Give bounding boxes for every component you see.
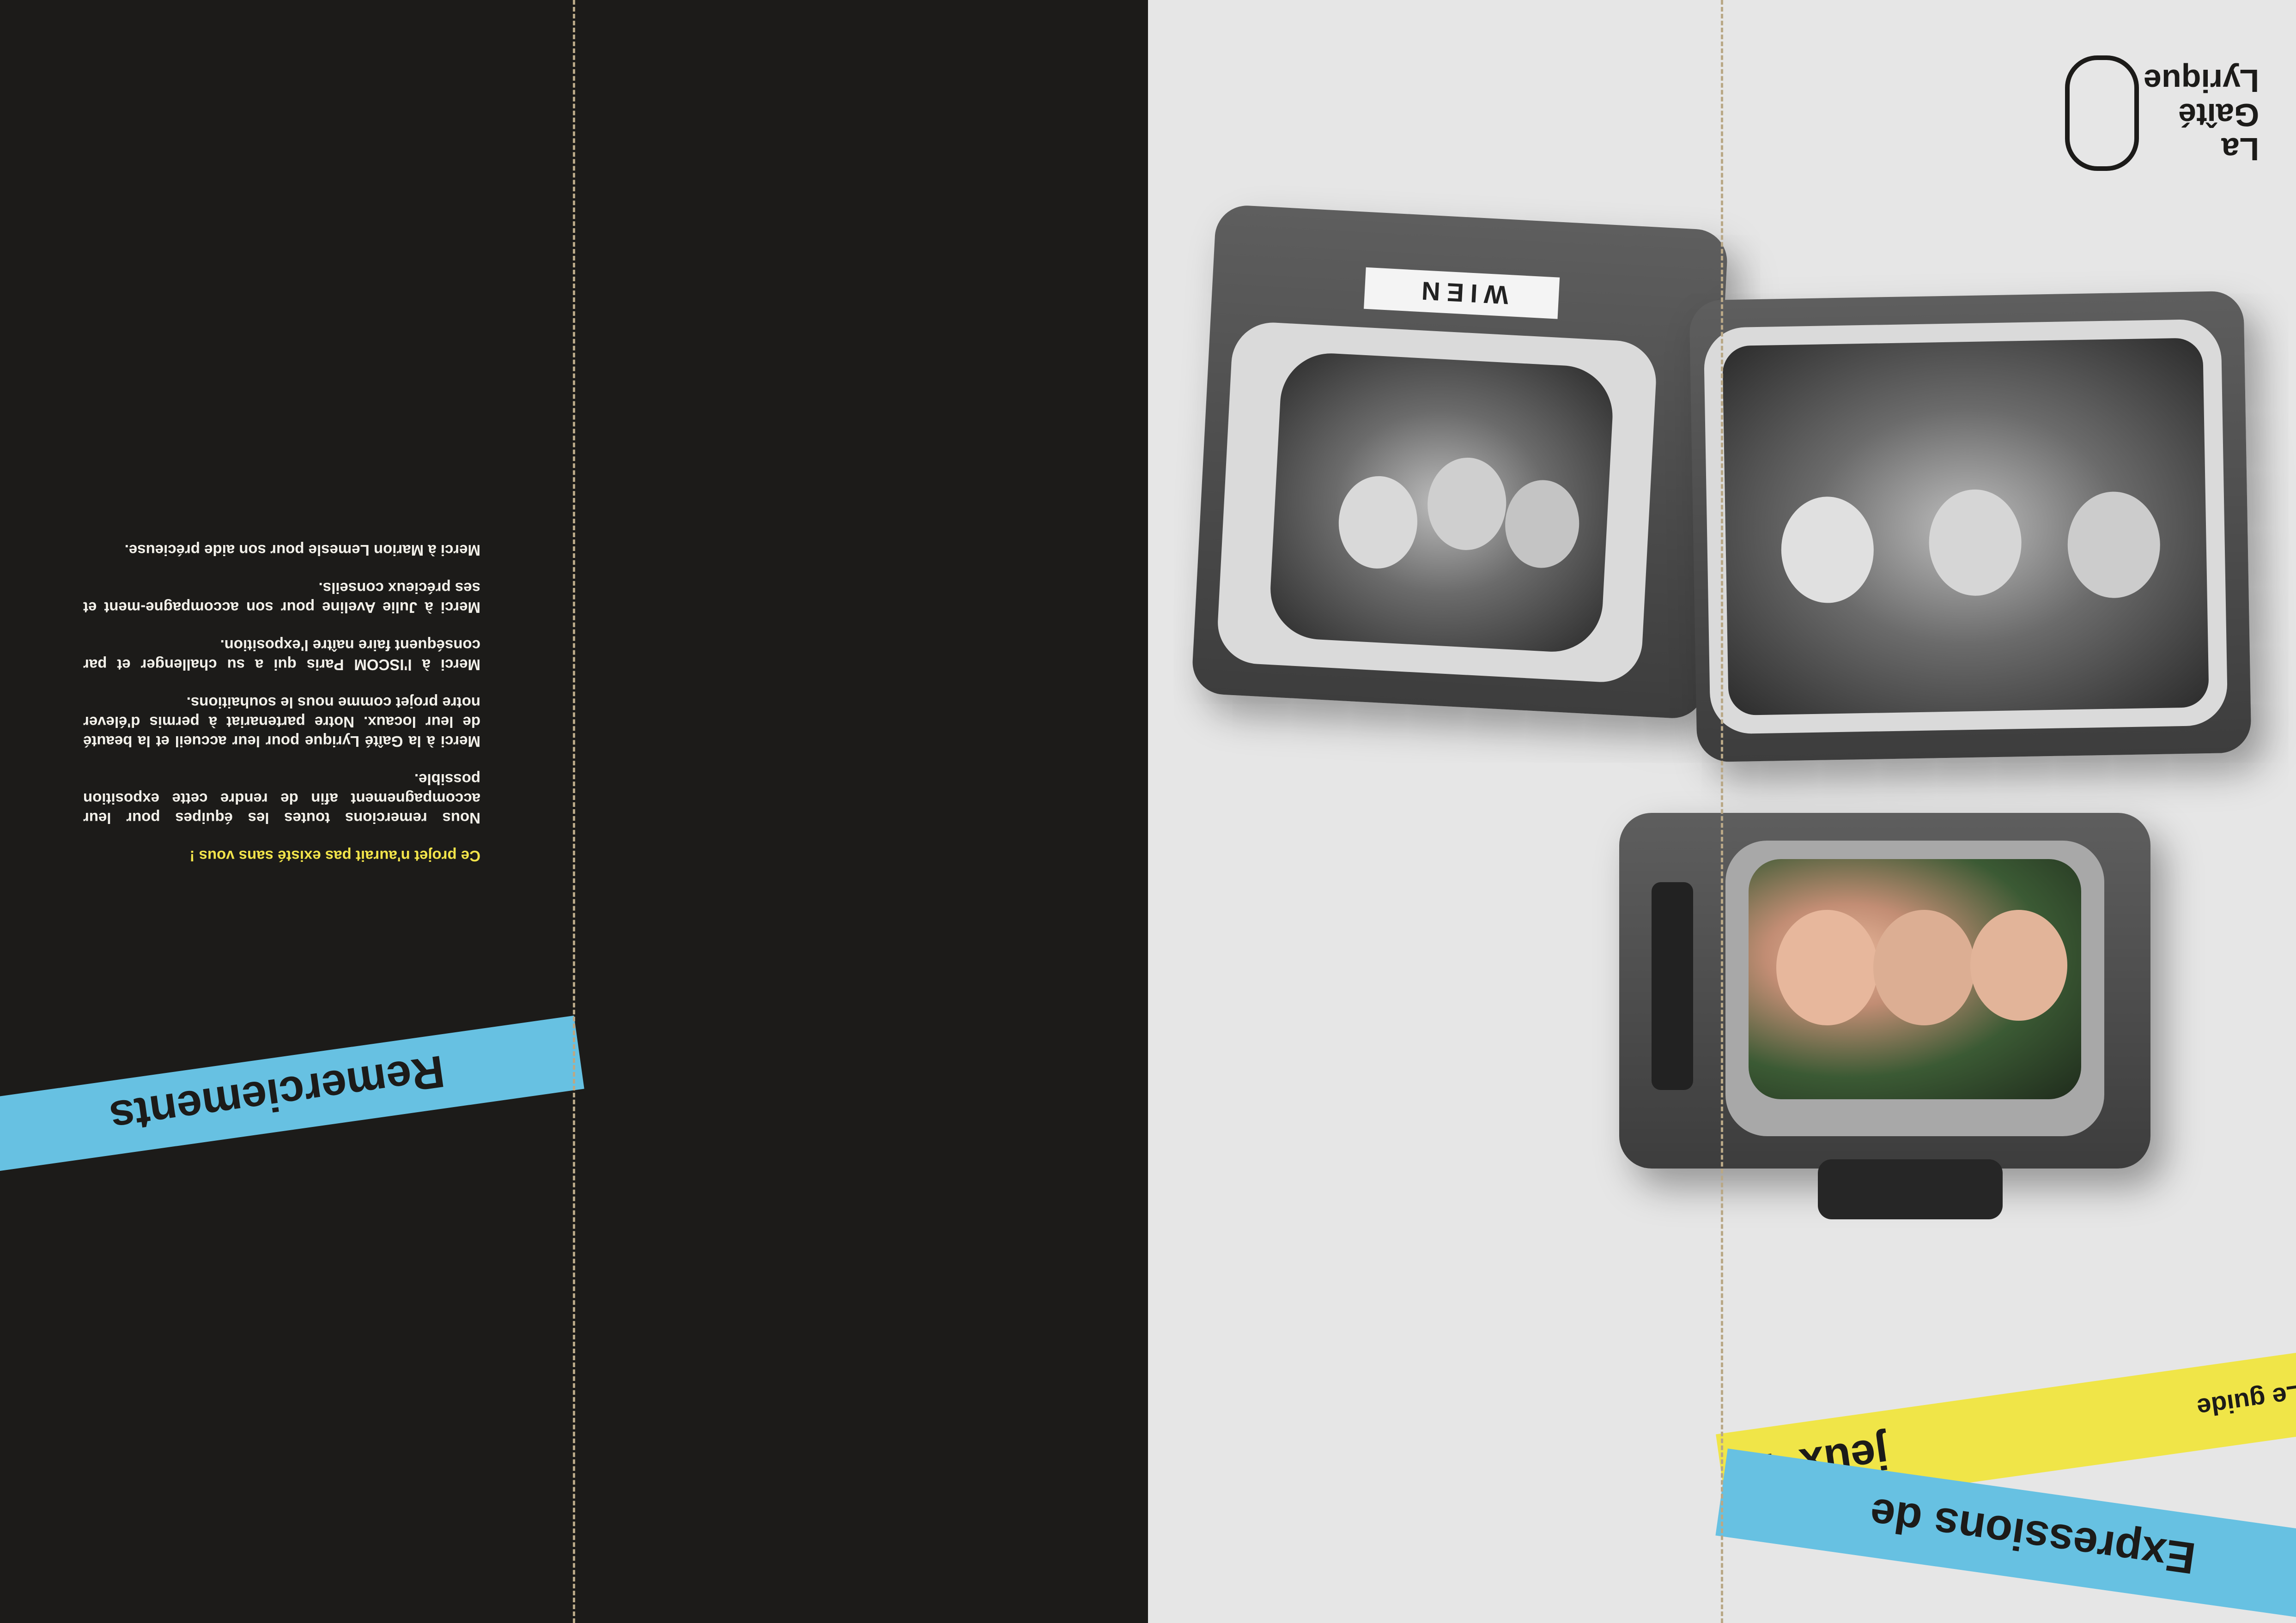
thanks-paragraph: Merci à la Gaîté Lyrique pour leur accue… [83, 694, 480, 750]
thanks-paragraph: Merci à l'ISCOM Paris qui a su challenge… [83, 637, 480, 673]
tv-knobs-panel [1652, 882, 1693, 1090]
face-shape [1928, 489, 2023, 597]
face-shape [1776, 910, 1878, 1025]
logo-mark-icon [2065, 55, 2139, 171]
logo-line: La [2221, 131, 2260, 167]
tv-set-3 [1619, 813, 2150, 1169]
face-shape [1336, 474, 1420, 571]
guide-subtitle: Le guide [2195, 1379, 2296, 1423]
tv-set-2 [1689, 291, 2252, 763]
tv-screen-frame [1725, 841, 2104, 1136]
logo-line: Gaîté [2178, 97, 2260, 133]
tv-label: WIEN [1364, 267, 1560, 319]
face-shape [2066, 491, 2161, 599]
face-shape [1873, 910, 1975, 1025]
gaite-lyrique-logo: La Gaîté Lyrique [2065, 51, 2259, 171]
face-shape [1425, 455, 1509, 552]
tv-screen-photo [1749, 859, 2081, 1099]
tv-screen-frame [1703, 319, 2228, 734]
fold-line [573, 0, 575, 1623]
thanks-text-block: Ce projet n'aurait pas existé sans vous … [83, 522, 480, 866]
fold-line [1721, 0, 1723, 1623]
face-shape [1780, 496, 1875, 604]
guide-title-line1: Expressions de [1867, 1489, 2199, 1583]
tv-set-1: WIEN [1191, 204, 1729, 720]
face-shape [1503, 478, 1582, 570]
tv-label-text: WIEN [1414, 276, 1509, 310]
remerciements-title: Remerciements [106, 1046, 448, 1144]
thanks-paragraph: Merci à Marion Lemesle pour son aide pré… [124, 542, 480, 559]
thanks-lead: Ce projet n'aurait pas existé sans vous … [189, 848, 480, 865]
tv-screen-photo [1268, 351, 1616, 654]
logo-wordmark: La Gaîté Lyrique [2144, 63, 2260, 167]
thanks-paragraph: Merci à Julie Aveline pour son accompagn… [83, 580, 480, 616]
remerciements-banner: Remerciements [0, 1015, 584, 1174]
thanks-paragraph: Nous remercions toutes les équipes pour … [83, 771, 480, 827]
face-shape [1970, 910, 2067, 1021]
logo-line: Lyrique [2144, 63, 2260, 99]
tv-screen-photo [1722, 338, 2209, 716]
tv-stand [1818, 1159, 2003, 1219]
tv-screen-frame [1215, 320, 1658, 684]
